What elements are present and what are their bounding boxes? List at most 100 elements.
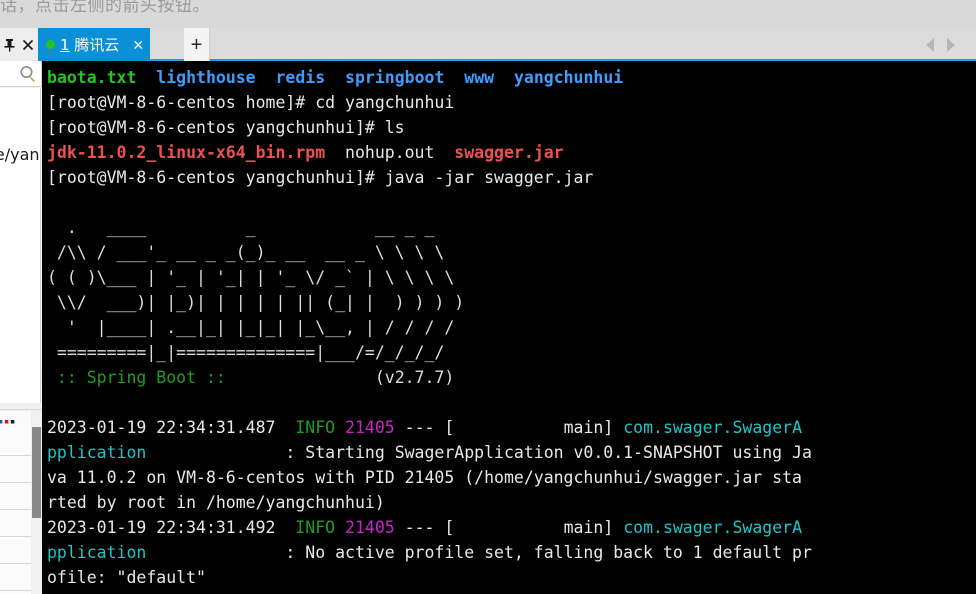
window-hint-text: 话，点击左侧的箭头按钮。 — [0, 0, 210, 16]
terminal-text: com.swager.SwagerA — [623, 518, 803, 537]
tab-scroll-left-button[interactable] — [921, 28, 938, 61]
terminal-text: : Starting SwagerApplication v0.0.1-SNAP… — [146, 443, 812, 462]
terminal-text: baota.txt — [47, 68, 137, 87]
terminal-line-prompt-java-jar: [root@VM-8-6-centos yangchunhui]# java -… — [47, 165, 976, 190]
terminal-text: :: Spring Boot :: — [47, 368, 236, 387]
list-item[interactable] — [0, 510, 31, 537]
sidebar-scrollbar-thumb[interactable] — [32, 427, 41, 518]
terminal-text: rted by root in /home/yangchunhui) — [47, 493, 385, 512]
tab-index: 1 — [60, 36, 70, 54]
terminal-text: /\\ / ___'_ __ _ _(_)_ __ __ _ \ \ \ \ — [47, 243, 445, 262]
terminal-text: --- [ main] — [394, 518, 624, 537]
search-icon[interactable] — [18, 64, 38, 89]
close-icon — [22, 39, 34, 51]
terminal-text: pplication — [47, 443, 147, 462]
close-panel-button[interactable] — [18, 28, 38, 61]
terminal-text: =========|_|==============|___/=/_/_/_/ — [47, 343, 445, 362]
chevron-left-icon — [925, 37, 934, 52]
terminal-text: ' |____| .__|_| |_|_| |_\__, | / / / / — [47, 318, 455, 337]
terminal-text: : No active profile set, falling back to… — [146, 543, 812, 562]
terminal-text: [root@VM-8-6-centos home]# cd yangchunhu… — [47, 93, 455, 112]
terminal-line-banner-5: ' |____| .__|_| |_|_| |_\__, | / / / / — [47, 315, 976, 340]
terminal-line-log-1-cont-1: pplication : Starting SwagerApplication … — [47, 440, 976, 465]
terminal-line-prompt-ls: [root@VM-8-6-centos yangchunhui]# ls — [47, 115, 976, 140]
terminal-text: 21405 — [345, 518, 395, 537]
terminal-text: [root@VM-8-6-centos yangchunhui]# ls — [47, 118, 405, 137]
terminal-text: yangchunhui — [513, 68, 624, 87]
terminal-line-log-2-cont-2: ofile: "default" — [47, 565, 976, 590]
terminal-text: (v2.7.7) — [235, 368, 455, 387]
sidebar-file-panel[interactable]: /home/yangchunhui — [0, 88, 41, 403]
tab-label: 1 腾讯云 — [60, 34, 119, 55]
terminal-line-banner-1: . ____ _ __ _ _ — [47, 215, 976, 240]
chevron-right-icon — [946, 37, 955, 52]
terminal-line-log-1-head: 2023-01-19 22:34:31.487 INFO 21405 --- [… — [47, 415, 976, 440]
terminal-text: jdk-11.0.2_linux-x64_bin.rpm — [47, 143, 326, 162]
terminal-text: 2023-01-19 22:34:31.487 — [47, 418, 296, 437]
list-item[interactable] — [0, 456, 31, 483]
tab-close-icon[interactable]: ✕ — [132, 38, 144, 52]
window-hint-strip: 话，点击左侧的箭头按钮。 — [0, 0, 976, 28]
terminal-text: --- [ main] — [394, 418, 624, 437]
sidebar-tiny-header: ▪▪▪ — [0, 417, 16, 427]
terminal-line-log-2-cont-1: pplication : No active profile set, fall… — [47, 540, 976, 565]
terminal-line-banner-6: =========|_|==============|___/=/_/_/_/ — [47, 340, 976, 365]
terminal-line-log-1-cont-3: rted by root in /home/yangchunhui) — [47, 490, 976, 515]
terminal-text: INFO — [295, 418, 336, 437]
list-item[interactable] — [0, 537, 31, 564]
terminal-line-ls-output-home: baota.txt lighthouse redis springboot ww… — [47, 65, 976, 90]
sidebar-breadcrumb-path: /home/yangchunhui — [0, 145, 40, 164]
sidebar-search-row[interactable] — [0, 61, 42, 87]
terminal-line-prompt-cd: [root@VM-8-6-centos home]# cd yangchunhu… — [47, 90, 976, 115]
terminal-line-banner-version: :: Spring Boot :: (v2.7.7) — [47, 365, 976, 390]
terminal-output[interactable]: baota.txt lighthouse redis springboot ww… — [42, 61, 976, 594]
terminal-text: pplication — [47, 543, 147, 562]
terminal-text: swagger.jar — [454, 143, 564, 162]
terminal-text: 2023-01-19 22:34:31.492 — [47, 518, 296, 537]
terminal-text: \\/ ___)| |_)| | | | | || (_| | ) ) ) ) — [47, 293, 465, 312]
terminal-line-ls-output-yangchunhui: jdk-11.0.2_linux-x64_bin.rpm nohup.out s… — [47, 140, 976, 165]
sidebar-list-panel[interactable]: ▪▪▪ — [0, 411, 42, 594]
terminal-text: com.swager.SwagerA — [623, 418, 803, 437]
terminal-text: www — [464, 68, 495, 87]
new-tab-button[interactable]: + — [184, 28, 210, 61]
terminal-line-banner-2: /\\ / ___'_ __ _ _(_)_ __ __ _ \ \ \ \ — [47, 240, 976, 265]
tab-status-dot — [46, 40, 55, 49]
tab-tencent-cloud[interactable]: 1 腾讯云 ✕ — [38, 28, 151, 61]
tab-title: 腾讯云 — [74, 36, 120, 54]
terminal-text: va 11.0.2 on VM-8-6-centos with PID 2140… — [47, 468, 802, 487]
tab-scroll-right-button[interactable] — [942, 28, 959, 61]
list-item[interactable] — [0, 429, 31, 456]
terminal-line-blank-2 — [47, 390, 976, 415]
terminal-text: [root@VM-8-6-centos yangchunhui]# java -… — [47, 168, 594, 187]
sidebar-divider — [0, 404, 42, 410]
terminal-text: INFO — [295, 518, 336, 537]
terminal-text: lighthouse — [156, 68, 256, 87]
terminal-line-blank-1 — [47, 190, 976, 215]
left-sidebar: /home/yangchunhui ▪▪▪ — [0, 61, 42, 594]
terminal-text: redis — [275, 68, 326, 87]
list-item[interactable] — [0, 483, 31, 510]
terminal-line-banner-3: ( ( )\___ | '_ | '_| | '_ \/ _` | \ \ \ … — [47, 265, 976, 290]
terminal-line-log-2-head: 2023-01-19 22:34:31.492 INFO 21405 --- [… — [47, 515, 976, 540]
pin-icon — [3, 38, 16, 52]
terminal-line-log-1-cont-2: va 11.0.2 on VM-8-6-centos with PID 2140… — [47, 465, 976, 490]
terminal-text: ofile: "default" — [47, 568, 206, 587]
pin-button[interactable] — [0, 28, 18, 61]
list-item[interactable] — [0, 564, 31, 591]
terminal-text: ( ( )\___ | '_ | '_| | '_ \/ _` | \ \ \ … — [47, 268, 455, 287]
terminal-text: springboot — [345, 68, 445, 87]
app-window: 话，点击左侧的箭头按钮。 1 腾讯云 ✕ + /yan ▪▪▪ baota.tx… — [0, 0, 976, 594]
terminal-line-banner-4: \\/ ___)| |_)| | | | | || (_| | ) ) ) ) — [47, 290, 976, 315]
terminal-text: nohup.out — [325, 143, 455, 162]
terminal-text: . ____ _ __ _ _ — [47, 218, 435, 237]
